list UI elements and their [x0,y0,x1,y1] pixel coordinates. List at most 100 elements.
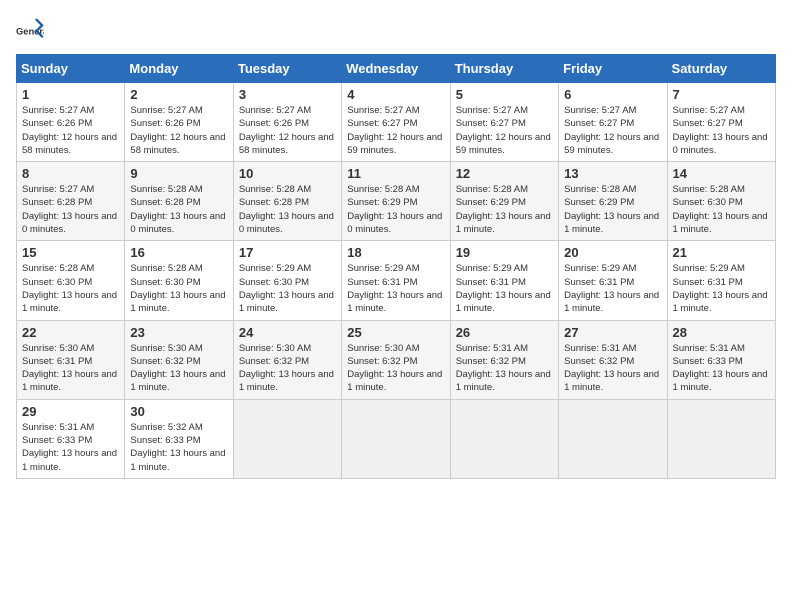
day-number: 22 [22,325,119,340]
day-number: 11 [347,166,444,181]
day-info: Sunrise: 5:30 AMSunset: 6:31 PMDaylight:… [22,342,119,395]
calendar-week-1: 1 Sunrise: 5:27 AMSunset: 6:26 PMDayligh… [17,83,776,162]
day-info: Sunrise: 5:27 AMSunset: 6:26 PMDaylight:… [22,104,119,157]
calendar-cell: 5 Sunrise: 5:27 AMSunset: 6:27 PMDayligh… [450,83,558,162]
day-info: Sunrise: 5:29 AMSunset: 6:31 PMDaylight:… [673,262,770,315]
day-info: Sunrise: 5:30 AMSunset: 6:32 PMDaylight:… [239,342,336,395]
weekday-header-friday: Friday [559,55,667,83]
day-info: Sunrise: 5:28 AMSunset: 6:30 PMDaylight:… [130,262,227,315]
calendar-week-5: 29 Sunrise: 5:31 AMSunset: 6:33 PMDaylig… [17,399,776,478]
day-number: 18 [347,245,444,260]
calendar-cell [559,399,667,478]
day-number: 9 [130,166,227,181]
day-number: 10 [239,166,336,181]
logo-icon: General [16,16,44,44]
weekday-header-row: SundayMondayTuesdayWednesdayThursdayFrid… [17,55,776,83]
day-info: Sunrise: 5:27 AMSunset: 6:27 PMDaylight:… [673,104,770,157]
weekday-header-monday: Monday [125,55,233,83]
weekday-header-tuesday: Tuesday [233,55,341,83]
calendar-cell: 19 Sunrise: 5:29 AMSunset: 6:31 PMDaylig… [450,241,558,320]
day-number: 20 [564,245,661,260]
day-number: 23 [130,325,227,340]
calendar-cell: 23 Sunrise: 5:30 AMSunset: 6:32 PMDaylig… [125,320,233,399]
calendar-cell: 29 Sunrise: 5:31 AMSunset: 6:33 PMDaylig… [17,399,125,478]
weekday-header-thursday: Thursday [450,55,558,83]
calendar-cell: 30 Sunrise: 5:32 AMSunset: 6:33 PMDaylig… [125,399,233,478]
header: General [16,16,776,44]
calendar-cell: 9 Sunrise: 5:28 AMSunset: 6:28 PMDayligh… [125,162,233,241]
day-number: 15 [22,245,119,260]
calendar-cell: 11 Sunrise: 5:28 AMSunset: 6:29 PMDaylig… [342,162,450,241]
day-number: 5 [456,87,553,102]
calendar-cell [233,399,341,478]
calendar-cell: 15 Sunrise: 5:28 AMSunset: 6:30 PMDaylig… [17,241,125,320]
day-number: 21 [673,245,770,260]
day-info: Sunrise: 5:28 AMSunset: 6:28 PMDaylight:… [130,183,227,236]
calendar-cell: 22 Sunrise: 5:30 AMSunset: 6:31 PMDaylig… [17,320,125,399]
day-info: Sunrise: 5:28 AMSunset: 6:28 PMDaylight:… [239,183,336,236]
day-info: Sunrise: 5:28 AMSunset: 6:29 PMDaylight:… [456,183,553,236]
calendar-cell: 14 Sunrise: 5:28 AMSunset: 6:30 PMDaylig… [667,162,775,241]
calendar-week-4: 22 Sunrise: 5:30 AMSunset: 6:31 PMDaylig… [17,320,776,399]
day-number: 13 [564,166,661,181]
day-info: Sunrise: 5:28 AMSunset: 6:29 PMDaylight:… [564,183,661,236]
weekday-header-wednesday: Wednesday [342,55,450,83]
weekday-header-sunday: Sunday [17,55,125,83]
day-info: Sunrise: 5:29 AMSunset: 6:31 PMDaylight:… [456,262,553,315]
weekday-header-saturday: Saturday [667,55,775,83]
day-info: Sunrise: 5:30 AMSunset: 6:32 PMDaylight:… [347,342,444,395]
calendar-cell: 6 Sunrise: 5:27 AMSunset: 6:27 PMDayligh… [559,83,667,162]
day-info: Sunrise: 5:27 AMSunset: 6:27 PMDaylight:… [347,104,444,157]
calendar-cell: 28 Sunrise: 5:31 AMSunset: 6:33 PMDaylig… [667,320,775,399]
day-info: Sunrise: 5:31 AMSunset: 6:32 PMDaylight:… [564,342,661,395]
day-number: 19 [456,245,553,260]
day-info: Sunrise: 5:31 AMSunset: 6:33 PMDaylight:… [22,421,119,474]
calendar-cell [450,399,558,478]
calendar-cell: 1 Sunrise: 5:27 AMSunset: 6:26 PMDayligh… [17,83,125,162]
day-number: 29 [22,404,119,419]
day-info: Sunrise: 5:31 AMSunset: 6:32 PMDaylight:… [456,342,553,395]
day-info: Sunrise: 5:27 AMSunset: 6:26 PMDaylight:… [130,104,227,157]
day-number: 26 [456,325,553,340]
calendar-cell: 18 Sunrise: 5:29 AMSunset: 6:31 PMDaylig… [342,241,450,320]
day-info: Sunrise: 5:29 AMSunset: 6:31 PMDaylight:… [564,262,661,315]
calendar-cell: 4 Sunrise: 5:27 AMSunset: 6:27 PMDayligh… [342,83,450,162]
calendar-cell: 13 Sunrise: 5:28 AMSunset: 6:29 PMDaylig… [559,162,667,241]
calendar-table: SundayMondayTuesdayWednesdayThursdayFrid… [16,54,776,479]
day-number: 27 [564,325,661,340]
calendar-cell [342,399,450,478]
day-number: 2 [130,87,227,102]
calendar-cell: 16 Sunrise: 5:28 AMSunset: 6:30 PMDaylig… [125,241,233,320]
day-number: 3 [239,87,336,102]
day-info: Sunrise: 5:27 AMSunset: 6:27 PMDaylight:… [456,104,553,157]
calendar-cell: 27 Sunrise: 5:31 AMSunset: 6:32 PMDaylig… [559,320,667,399]
calendar-cell: 8 Sunrise: 5:27 AMSunset: 6:28 PMDayligh… [17,162,125,241]
calendar-cell: 7 Sunrise: 5:27 AMSunset: 6:27 PMDayligh… [667,83,775,162]
calendar-week-2: 8 Sunrise: 5:27 AMSunset: 6:28 PMDayligh… [17,162,776,241]
day-number: 1 [22,87,119,102]
day-info: Sunrise: 5:28 AMSunset: 6:30 PMDaylight:… [673,183,770,236]
calendar-cell: 20 Sunrise: 5:29 AMSunset: 6:31 PMDaylig… [559,241,667,320]
day-info: Sunrise: 5:27 AMSunset: 6:28 PMDaylight:… [22,183,119,236]
day-info: Sunrise: 5:27 AMSunset: 6:26 PMDaylight:… [239,104,336,157]
calendar-cell: 24 Sunrise: 5:30 AMSunset: 6:32 PMDaylig… [233,320,341,399]
calendar-cell: 12 Sunrise: 5:28 AMSunset: 6:29 PMDaylig… [450,162,558,241]
day-info: Sunrise: 5:27 AMSunset: 6:27 PMDaylight:… [564,104,661,157]
day-info: Sunrise: 5:29 AMSunset: 6:30 PMDaylight:… [239,262,336,315]
calendar-cell: 21 Sunrise: 5:29 AMSunset: 6:31 PMDaylig… [667,241,775,320]
day-number: 17 [239,245,336,260]
day-number: 12 [456,166,553,181]
day-info: Sunrise: 5:30 AMSunset: 6:32 PMDaylight:… [130,342,227,395]
calendar-cell: 17 Sunrise: 5:29 AMSunset: 6:30 PMDaylig… [233,241,341,320]
logo: General [16,16,48,44]
day-info: Sunrise: 5:28 AMSunset: 6:30 PMDaylight:… [22,262,119,315]
calendar-cell: 26 Sunrise: 5:31 AMSunset: 6:32 PMDaylig… [450,320,558,399]
day-number: 7 [673,87,770,102]
day-info: Sunrise: 5:29 AMSunset: 6:31 PMDaylight:… [347,262,444,315]
day-info: Sunrise: 5:31 AMSunset: 6:33 PMDaylight:… [673,342,770,395]
day-number: 28 [673,325,770,340]
day-number: 14 [673,166,770,181]
calendar-cell: 2 Sunrise: 5:27 AMSunset: 6:26 PMDayligh… [125,83,233,162]
calendar-cell: 10 Sunrise: 5:28 AMSunset: 6:28 PMDaylig… [233,162,341,241]
calendar-cell: 3 Sunrise: 5:27 AMSunset: 6:26 PMDayligh… [233,83,341,162]
